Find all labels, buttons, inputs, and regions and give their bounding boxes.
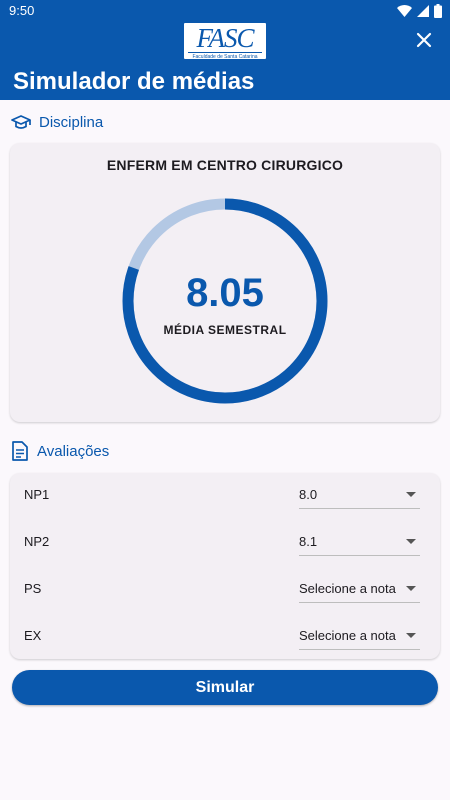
dropdown-arrow-icon — [406, 539, 416, 544]
discipline-card: ENFERM EM CENTRO CIRURGICO 8.05 MÉDIA SE… — [10, 143, 440, 422]
grade-value: 8.0 — [299, 487, 318, 502]
average-label: MÉDIA SEMESTRAL — [163, 323, 287, 337]
grade-value: Selecione a nota — [299, 628, 396, 643]
evaluations-section-header: Avaliações — [11, 441, 109, 461]
average-value: 8.05 — [186, 271, 264, 315]
close-icon[interactable] — [414, 30, 434, 50]
evaluation-row-np1: NP1 8.0 — [10, 473, 440, 519]
status-icons — [397, 3, 442, 19]
discipline-section-title: Disciplina — [39, 113, 104, 131]
wifi-icon — [397, 5, 412, 17]
ex-grade-select[interactable]: Selecione a nota — [299, 616, 420, 650]
page-title: Simulador de médias — [13, 68, 255, 95]
status-time: 9:50 — [9, 3, 35, 18]
grade-value: Selecione a nota — [299, 581, 396, 596]
evaluations-section-title: Avaliações — [37, 442, 110, 460]
evaluation-label: PS — [24, 581, 42, 596]
evaluation-label: NP2 — [24, 534, 50, 549]
np1-grade-select[interactable]: 8.0 — [299, 475, 420, 509]
document-icon — [12, 441, 28, 461]
battery-icon — [434, 4, 442, 18]
logo-subtitle: Faculdade de Santa Catarina — [188, 52, 262, 60]
evaluations-card: NP1 8.0 NP2 8.1 PS Selecione a nota EX S… — [10, 473, 440, 659]
np2-grade-select[interactable]: 8.1 — [299, 522, 420, 556]
fasc-logo: FASC Faculdade de Santa Catarina — [183, 22, 267, 60]
subject-name: ENFERM EM CENTRO CIRURGICO — [106, 157, 344, 173]
logo-text: FASC — [196, 23, 254, 53]
dropdown-arrow-icon — [406, 586, 416, 591]
grade-value: 8.1 — [299, 534, 318, 549]
evaluation-row-np2: NP2 8.1 — [10, 520, 440, 566]
evaluation-row-ex: EX Selecione a nota — [10, 614, 440, 660]
simulate-button[interactable]: Simular — [12, 670, 438, 705]
dropdown-arrow-icon — [406, 633, 416, 638]
ps-grade-select[interactable]: Selecione a nota — [299, 569, 420, 603]
evaluation-label: EX — [24, 628, 42, 643]
app-bar: FASC Faculdade de Santa Catarina Simulad… — [0, 22, 450, 100]
evaluation-label: NP1 — [24, 487, 50, 502]
dropdown-arrow-icon — [406, 492, 416, 497]
status-bar: 9:50 — [0, 0, 450, 22]
graduation-cap-icon — [11, 114, 31, 129]
discipline-section-header: Disciplina — [11, 112, 103, 132]
signal-icon — [417, 5, 429, 17]
evaluation-row-ps: PS Selecione a nota — [10, 567, 440, 613]
